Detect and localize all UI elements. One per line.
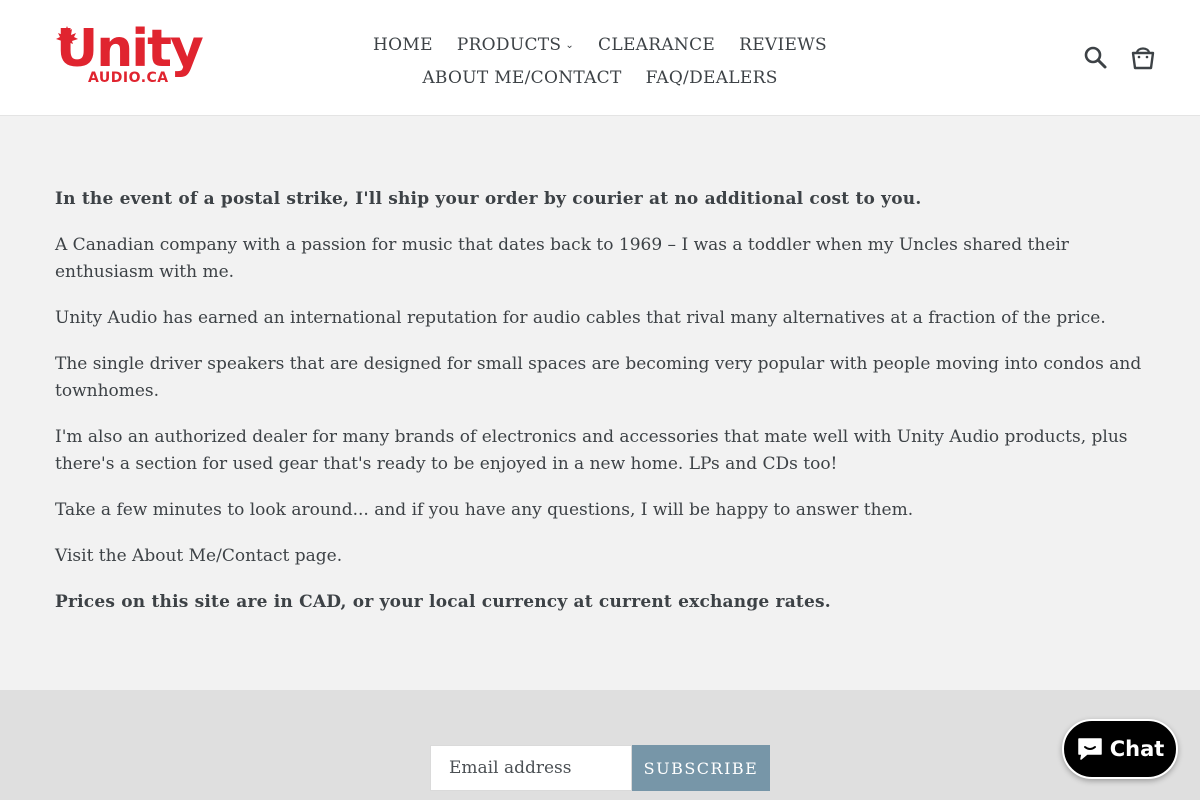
main-content: In the event of a postal strike, I'll sh… [0,116,1200,690]
search-button[interactable] [1083,44,1109,72]
subscribe-button[interactable]: SUBSCRIBE [632,745,770,791]
site-header: Unity AUDIO.CA HOME PRODUCTS ⌄ CLEARANCE … [0,0,1200,116]
site-logo[interactable]: Unity AUDIO.CA [56,19,204,90]
intro-paragraph: The single driver speakers that are desi… [55,354,1142,401]
nav-about-contact[interactable]: ABOUT ME/CONTACT [422,68,621,88]
intro-paragraph: Unity Audio has earned an international … [55,308,1106,328]
newsletter-form: SUBSCRIBE [430,745,770,791]
chat-label: Chat [1109,737,1165,761]
cart-button[interactable] [1130,44,1156,72]
email-field[interactable] [430,745,632,791]
nav-products-label: PRODUCTS [456,34,562,55]
nav-row-1: HOME PRODUCTS ⌄ CLEARANCE REVIEWS [370,28,830,61]
postal-strike-notice: In the event of a postal strike, I'll sh… [55,189,922,209]
site-footer: SUBSCRIBE [0,690,1200,800]
chevron-down-icon: ⌄ [565,39,575,51]
search-icon [1084,46,1107,69]
main-navigation: HOME PRODUCTS ⌄ CLEARANCE REVIEWS ABOUT M… [370,28,830,94]
contact-page-link[interactable]: Visit the About Me/Contact page. [55,543,1145,570]
chat-bubble-icon [1077,738,1102,760]
nav-products[interactable]: PRODUCTS ⌄ [457,35,574,55]
chat-button[interactable]: Chat [1062,719,1178,779]
cart-icon [1131,47,1155,70]
currency-notice: Prices on this site are in CAD, or your … [55,592,831,612]
logo-subtitle: AUDIO.CA [88,70,169,86]
intro-paragraph: Take a few minutes to look around... and… [55,500,914,520]
nav-reviews[interactable]: REVIEWS [739,35,827,55]
nav-faq-dealers[interactable]: FAQ/DEALERS [646,68,778,88]
intro-text: In the event of a postal strike, I'll sh… [55,186,1145,635]
nav-row-2: ABOUT ME/CONTACT FAQ/DEALERS [370,61,830,94]
nav-clearance[interactable]: CLEARANCE [598,35,715,55]
intro-paragraph: A Canadian company with a passion for mu… [55,235,1069,282]
intro-paragraph: I'm also an authorized dealer for many b… [55,427,1128,474]
nav-home[interactable]: HOME [373,35,433,55]
